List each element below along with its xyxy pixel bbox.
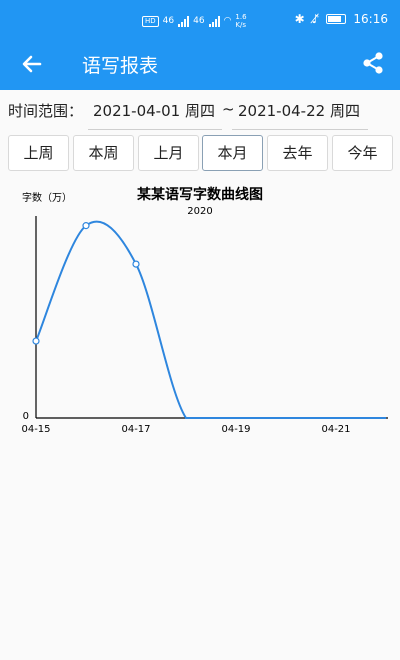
x-tick-label: 04-17 [121,424,150,435]
period-tabs: 上周 本周 上月 本月 去年 今年 [8,135,394,171]
hd-badge: HD [142,15,159,27]
x-tick-label: 04-15 [21,424,50,435]
tab-this-year[interactable]: 今年 [332,135,393,171]
network-indicators: HD 46 46 ◠ 1.6 K/s [142,13,247,29]
data-point [132,260,140,268]
back-arrow-icon[interactable] [18,50,46,78]
clock: 16:16 [353,12,388,26]
line-chart: 某某语写字数曲线图 2020 字数（万） 04-15 04-17 04-19 04-2… [21,186,388,435]
battery-icon [326,14,347,24]
series-line [35,220,386,419]
tab-last-week[interactable]: 上周 [8,135,69,171]
y-tick-labels: 0 [23,411,29,422]
network-type-2: 46 [193,16,205,26]
start-date-field[interactable]: 2021-04-01 周四 [88,100,222,130]
tab-this-month[interactable]: 本月 [202,135,263,171]
network-speed: 1.6 K/s [235,13,247,29]
chart-subtitle: 2020 [187,206,212,217]
share-icon[interactable] [360,50,386,76]
bluetooth-icon: ✱ [294,12,305,26]
network-type-1: 46 [162,16,175,26]
signal-icon [208,15,220,27]
x-tick-label: 04-21 [321,424,350,435]
signal-icon [178,15,190,27]
y-tick-label: 0 [23,411,29,422]
app-bar: 语写报表 [0,38,400,90]
data-point [82,222,90,230]
wifi-icon: ◠ [223,16,232,26]
range-label: 时间范围： [8,102,84,120]
date-range: 时间范围： 2021-04-01 周四 ~ 2021-04-22 周四 [0,90,400,130]
mute-icon: ♪̸ [311,12,320,26]
status-bar: HD 46 46 ◠ 1.6 K/s ✱ ♪̸ 16:16 [0,0,400,38]
x-tick-labels: 04-15 04-17 04-19 04-21 [21,424,350,435]
tab-last-month[interactable]: 上月 [138,135,199,171]
tab-this-week[interactable]: 本周 [73,135,134,171]
system-indicators: ✱ ♪̸ 16:16 [295,12,388,26]
y-axis-label: 字数（万） [22,191,72,204]
tab-last-year[interactable]: 去年 [267,135,328,171]
chart-title: 某某语写字数曲线图 [137,186,263,203]
x-tick-label: 04-19 [221,424,250,435]
end-date-field[interactable]: 2021-04-22 周四 [232,100,368,130]
data-point [32,337,40,345]
page-title: 语写报表 [82,55,159,77]
